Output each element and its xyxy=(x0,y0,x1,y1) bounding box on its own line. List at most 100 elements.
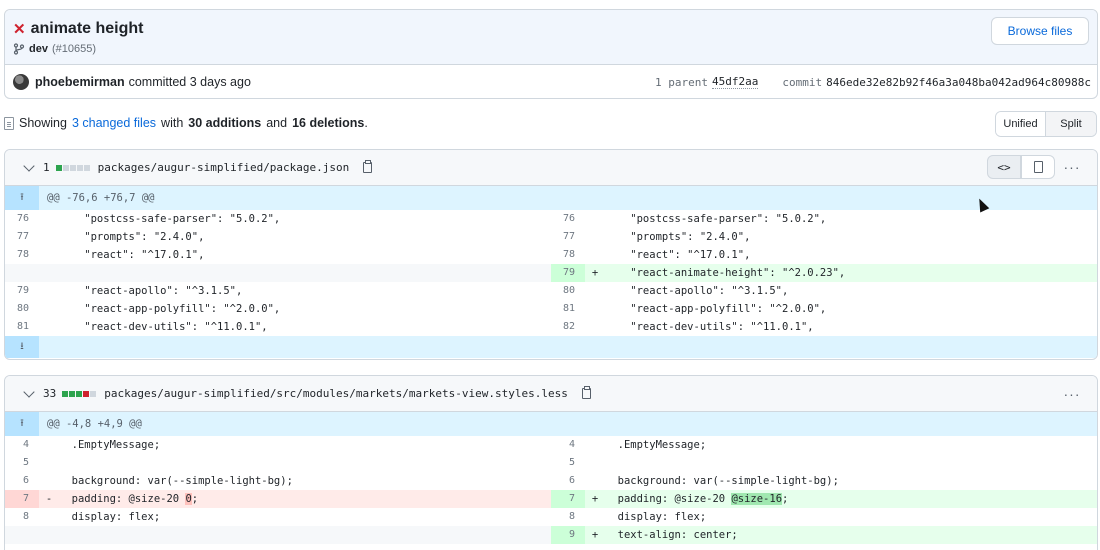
branch-name[interactable]: dev xyxy=(29,43,48,55)
chevron-down-icon[interactable] xyxy=(23,385,35,398)
line-number[interactable]: 6 xyxy=(5,472,39,490)
file-path[interactable]: packages/augur-simplified/src/modules/ma… xyxy=(104,387,568,400)
line-number[interactable]: 77 xyxy=(5,228,39,246)
code-line: padding: @size-20 0; xyxy=(59,490,198,508)
new-side: 7 + padding: @size-20 @size-16; xyxy=(551,490,1097,508)
old-side: 4 .EmptyMessage; xyxy=(5,436,551,454)
author-name[interactable]: phoebemirman xyxy=(35,75,125,89)
change-count: 33 xyxy=(43,387,57,400)
code-line: "react-app-polyfill": "^2.0.0", xyxy=(605,303,827,315)
line-number[interactable]: 76 xyxy=(5,210,39,228)
file-path[interactable]: packages/augur-simplified/package.json xyxy=(98,161,350,174)
new-side: 78 "react": "^17.0.1", xyxy=(551,246,1097,264)
changed-token: @size-16 xyxy=(731,493,783,505)
expand-up-icon[interactable]: ⭱ xyxy=(5,412,39,436)
code-line: text-align: center; xyxy=(605,529,738,541)
line-number[interactable]: 81 xyxy=(551,300,585,318)
copy-path-icon[interactable] xyxy=(363,160,373,173)
diff-line: 6 background: var(--simple-light-bg); 6 b… xyxy=(5,472,1097,490)
code-line: "react-dev-utils": "^11.0.1", xyxy=(605,321,814,333)
code-line: padding: @size-20 @size-16; xyxy=(605,490,788,508)
old-side: 80 "react-app-polyfill": "^2.0.0", xyxy=(5,300,551,318)
old-side: 8 display: flex; xyxy=(5,508,551,526)
line-number[interactable]: 77 xyxy=(551,228,585,246)
line-number[interactable]: 4 xyxy=(5,436,39,454)
diff-marker xyxy=(39,454,59,472)
code-line: "prompts": "2.4.0", xyxy=(59,231,205,243)
copy-path-icon[interactable] xyxy=(581,386,591,399)
changed-files-link[interactable]: 3 changed files xyxy=(72,116,156,130)
branch-info: dev (#10655) xyxy=(13,43,96,55)
code-line: "postcss-safe-parser": "5.0.2", xyxy=(59,213,281,225)
code-line: .EmptyMessage; xyxy=(605,439,707,451)
line-number[interactable]: 80 xyxy=(5,300,39,318)
line-number[interactable]: 81 xyxy=(5,318,39,336)
rich-diff-button[interactable] xyxy=(1021,155,1055,179)
hunk-range: @@ -4,8 +4,9 @@ xyxy=(47,418,142,430)
commit-title-bar: ✕ animate height dev (#10655) Browse fil… xyxy=(5,10,1097,65)
expand-down-icon[interactable]: ⭳ xyxy=(5,336,39,358)
line-number[interactable]: 80 xyxy=(551,282,585,300)
diff-line: 80 "react-app-polyfill": "^2.0.0", 81 "re… xyxy=(5,300,1097,318)
line-number[interactable]: 5 xyxy=(5,454,39,472)
kebab-menu-icon[interactable]: ··· xyxy=(1057,155,1087,179)
new-side: 81 "react-app-polyfill": "^2.0.0", xyxy=(551,300,1097,318)
diff-marker xyxy=(39,282,59,300)
code-line: display: flex; xyxy=(59,511,161,523)
browse-files-button[interactable]: Browse files xyxy=(991,17,1089,45)
commit-meta: phoebemirman committed 3 days ago 1 pare… xyxy=(5,65,1097,98)
diff-marker xyxy=(585,436,605,454)
pr-link[interactable]: (#10655) xyxy=(52,43,96,55)
avatar[interactable] xyxy=(13,74,29,90)
old-side: 5 xyxy=(5,454,551,472)
unified-view-button[interactable]: Unified xyxy=(996,112,1046,136)
expand-up-icon[interactable]: ⭱ xyxy=(5,186,39,210)
new-side: 79 + "react-animate-height": "^2.0.23", xyxy=(551,264,1097,282)
line-number[interactable]: 5 xyxy=(551,454,585,472)
commit-header: ✕ animate height dev (#10655) Browse fil… xyxy=(4,9,1098,99)
code-line: "react": "^17.0.1", xyxy=(59,249,205,261)
source-diff-button[interactable]: <> xyxy=(987,155,1021,179)
code-text: ; xyxy=(782,493,789,505)
new-side: 4 .EmptyMessage; xyxy=(551,436,1097,454)
expand-row: ⭳ xyxy=(5,336,1097,358)
summary-with: with xyxy=(161,116,184,130)
line-number[interactable]: 7 xyxy=(5,490,39,508)
line-number[interactable]: 8 xyxy=(5,508,39,526)
diff-marker xyxy=(585,228,605,246)
line-number[interactable]: 4 xyxy=(551,436,585,454)
kebab-menu-icon[interactable]: ··· xyxy=(1057,382,1087,406)
line-number[interactable]: 8 xyxy=(551,508,585,526)
line-number[interactable]: 82 xyxy=(551,318,585,336)
line-number[interactable]: 78 xyxy=(5,246,39,264)
line-number[interactable]: 78 xyxy=(551,246,585,264)
diff-line: 81 "react-dev-utils": "^11.0.1", 82 "reac… xyxy=(5,318,1097,336)
line-number[interactable]: 6 xyxy=(551,472,585,490)
new-side: 5 xyxy=(551,454,1097,472)
code-line: "prompts": "2.4.0", xyxy=(605,231,751,243)
diff-marker: + xyxy=(591,267,599,279)
line-number[interactable] xyxy=(5,264,39,282)
line-number[interactable]: 9 xyxy=(551,526,585,544)
code-icon: <> xyxy=(997,160,1011,174)
line-number[interactable]: 76 xyxy=(551,210,585,228)
code-line: background: var(--simple-light-bg); xyxy=(59,475,293,487)
line-number[interactable]: 7 xyxy=(551,490,585,508)
diff-marker xyxy=(39,300,59,318)
new-side: 82 "react-dev-utils": "^11.0.1", xyxy=(551,318,1097,336)
parent-hash-link[interactable]: 45df2aa xyxy=(711,75,759,89)
split-view-button[interactable]: Split xyxy=(1046,112,1096,136)
diff-marker xyxy=(39,246,59,264)
diff-marker xyxy=(39,318,59,336)
chevron-down-icon[interactable] xyxy=(23,159,35,172)
diff-marker xyxy=(585,210,605,228)
code-line: "react-apollo": "^3.1.5", xyxy=(605,285,789,297)
commit-title: ✕ animate height xyxy=(13,20,143,38)
line-number[interactable]: 79 xyxy=(551,264,585,282)
git-branch-icon xyxy=(13,43,25,55)
diff-marker xyxy=(585,300,605,318)
diff-line: 79 "react-apollo": "^3.1.5", 80 "react-ap… xyxy=(5,282,1097,300)
line-number[interactable]: 79 xyxy=(5,282,39,300)
failed-status-icon[interactable]: ✕ xyxy=(13,22,26,37)
line-number[interactable] xyxy=(5,526,39,544)
